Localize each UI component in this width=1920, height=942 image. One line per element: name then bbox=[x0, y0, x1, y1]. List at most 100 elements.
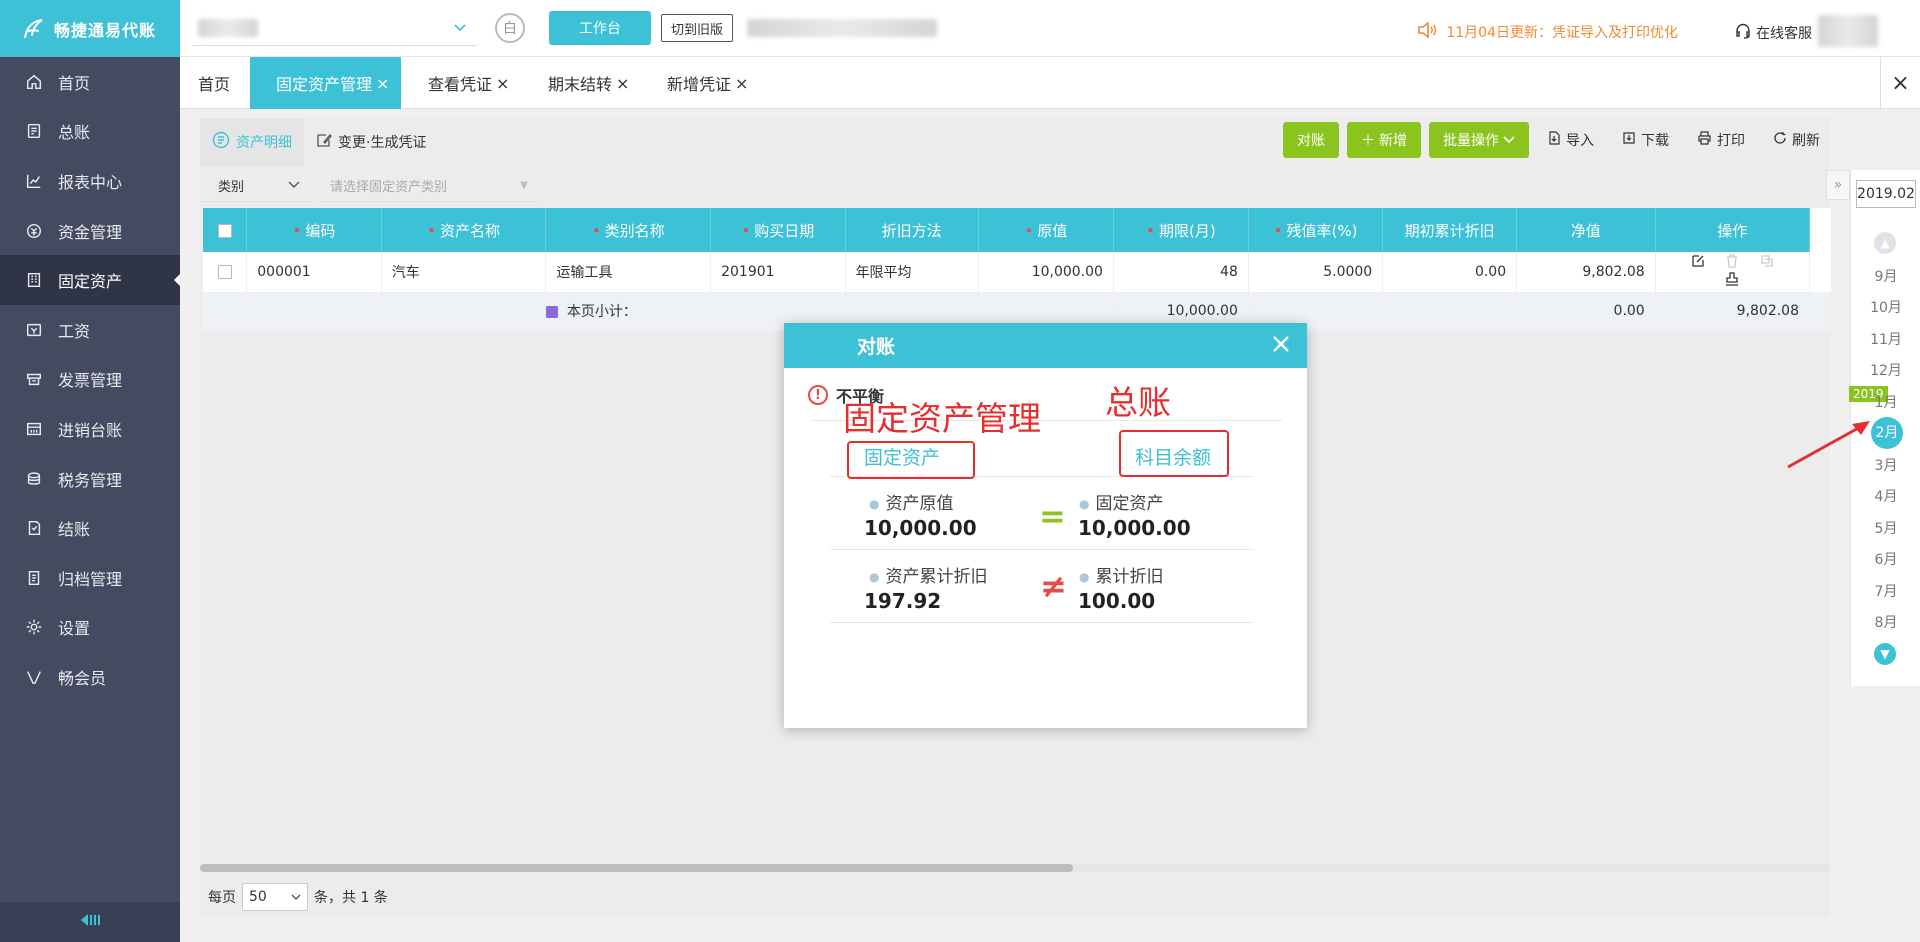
scrollbar-thumb[interactable] bbox=[200, 864, 1073, 872]
column-header[interactable]: 净值 bbox=[1516, 208, 1656, 252]
online-service-button[interactable]: 在线客服 bbox=[1734, 22, 1812, 44]
column-header[interactable]: • 残值率(%) bbox=[1248, 208, 1384, 252]
funds-icon bbox=[24, 221, 44, 241]
tab-asset-detail[interactable]: 资产明细 bbox=[200, 118, 304, 166]
month-item[interactable]: 5月 bbox=[1851, 518, 1920, 538]
company-badge-button[interactable]: 白 bbox=[495, 13, 525, 43]
logo[interactable]: 畅捷通易代账 bbox=[0, 0, 180, 57]
close-icon[interactable]: × bbox=[616, 74, 629, 93]
month-item[interactable]: 1月 bbox=[1851, 392, 1920, 412]
avatar[interactable] bbox=[1818, 15, 1878, 47]
batch-operation-button[interactable]: 批量操作 bbox=[1429, 122, 1529, 158]
sidebar-item-checkout[interactable]: 结账 bbox=[0, 503, 180, 553]
tab-new-voucher[interactable]: 新增凭证 × bbox=[667, 57, 748, 109]
list-icon bbox=[212, 131, 230, 153]
sidebar-item-vip[interactable]: 畅会员 bbox=[0, 652, 180, 702]
sidebar-item-archive[interactable]: 归档管理 bbox=[0, 553, 180, 603]
annotation-box-right bbox=[1119, 430, 1229, 477]
close-icon[interactable] bbox=[1269, 332, 1293, 356]
month-item[interactable]: 11月 bbox=[1851, 329, 1920, 349]
old-version-button[interactable]: 切到旧版 bbox=[661, 14, 733, 42]
reconcile-dialog: 对账 ! 不平衡 固定资产 科目余额 ● 资产原值 10,000.00 = ● 固定… bbox=[784, 323, 1307, 728]
tab-home[interactable]: 首页 bbox=[198, 57, 230, 109]
month-item[interactable]: 8月 bbox=[1851, 612, 1920, 632]
sidebar-item-fixed-assets[interactable]: 固定资产 bbox=[0, 255, 180, 305]
asset-category-placeholder: 请选择固定资产类别 bbox=[330, 180, 448, 195]
annotation-left-label: 固定资产管理 bbox=[843, 399, 1041, 438]
subtotal-label: 本页小计： bbox=[566, 304, 637, 320]
month-item[interactable]: 7月 bbox=[1851, 581, 1920, 601]
month-item[interactable]: 4月 bbox=[1851, 486, 1920, 506]
close-all-tabs-button[interactable]: × bbox=[1880, 57, 1920, 109]
sidebar-item-invoices[interactable]: 发票管理 bbox=[0, 355, 180, 405]
column-header[interactable]: • 编码 bbox=[246, 208, 382, 252]
column-header[interactable]: 折旧方法 bbox=[845, 208, 980, 252]
cell-opening-dep: 0.00 bbox=[1382, 252, 1518, 293]
column-header[interactable]: • 资产名称 bbox=[381, 208, 547, 252]
filter-type-select[interactable]: 类别 bbox=[200, 170, 312, 202]
current-period-button[interactable]: 2019.02 bbox=[1856, 180, 1916, 208]
month-item[interactable]: 10月 bbox=[1851, 297, 1920, 317]
horizontal-scrollbar[interactable] bbox=[200, 864, 1830, 872]
tab-change-voucher[interactable]: 变更·生成凭证 bbox=[304, 118, 438, 166]
table-row[interactable]: 000001 汽车 运输工具 201901 年限平均 10,000.00 48 … bbox=[203, 252, 1831, 293]
column-header[interactable]: • 期限(月) bbox=[1113, 208, 1249, 252]
scroll-up-icon[interactable]: ▲ bbox=[1874, 232, 1896, 254]
sidebar-item-salary[interactable]: 工资 bbox=[0, 305, 180, 355]
cell-method: 年限平均 bbox=[845, 252, 980, 293]
toolbar: 对账 ＋ 新增 批量操作 导入 下载 打印 刷新 bbox=[1283, 122, 1830, 158]
tab-label: 变更·生成凭证 bbox=[338, 135, 427, 151]
sidebar-item-label: 总账 bbox=[58, 123, 91, 143]
sidebar-item-settings[interactable]: 设置 bbox=[0, 603, 180, 653]
column-header[interactable]: • 购买日期 bbox=[710, 208, 846, 252]
close-icon[interactable]: × bbox=[376, 74, 389, 93]
stamp-icon[interactable] bbox=[1725, 272, 1739, 286]
sidebar-collapse-button[interactable] bbox=[0, 902, 180, 942]
asset-category-select[interactable]: 请选择固定资产类别 ▼ bbox=[320, 170, 538, 202]
month-item[interactable]: 12月 bbox=[1851, 360, 1920, 380]
update-notice-text: 11月04日更新：凭证导入及打印优化 bbox=[1446, 25, 1678, 41]
update-notice[interactable]: 11月04日更新：凭证导入及打印优化 bbox=[1416, 20, 1678, 44]
refresh-button[interactable]: 刷新 bbox=[1763, 130, 1830, 150]
asset-table: • 编码 • 资产名称 • 类别名称 • 购买日期 折旧方法 • 原值 • 期限(月) • 残… bbox=[203, 208, 1831, 331]
scroll-down-icon[interactable]: ▼ bbox=[1874, 643, 1896, 665]
rail-expand-button[interactable]: » bbox=[1826, 170, 1850, 200]
caret-down-icon: ▼ bbox=[520, 180, 528, 191]
add-button[interactable]: ＋ 新增 bbox=[1347, 122, 1421, 158]
tab-fixed-asset-management[interactable]: 固定资产管理 × bbox=[250, 57, 401, 109]
refresh-icon bbox=[1773, 131, 1787, 149]
edit-icon[interactable] bbox=[1691, 254, 1705, 268]
tab-period-end-transfer[interactable]: 期末结转 × bbox=[548, 57, 629, 109]
sidebar-item-inventory[interactable]: 进销台账 bbox=[0, 404, 180, 454]
column-header[interactable]: • 原值 bbox=[978, 208, 1114, 252]
sidebar-item-funds[interactable]: 资金管理 bbox=[0, 206, 180, 256]
reconcile-button[interactable]: 对账 bbox=[1283, 122, 1339, 158]
delete-icon[interactable] bbox=[1725, 254, 1739, 268]
tab-view-voucher[interactable]: 查看凭证 × bbox=[428, 57, 509, 109]
column-header[interactable]: • 类别名称 bbox=[545, 208, 712, 252]
download-button[interactable]: 下载 bbox=[1612, 130, 1679, 150]
sidebar-item-home[interactable]: 首页 bbox=[0, 57, 180, 107]
page-size-select[interactable]: 50 bbox=[242, 883, 308, 911]
sidebar-item-label: 进销台账 bbox=[58, 420, 123, 440]
company-select[interactable] bbox=[192, 10, 477, 46]
chevron-down-icon bbox=[288, 178, 300, 193]
sidebar-item-ledger[interactable]: 总账 bbox=[0, 107, 180, 157]
cell-category: 运输工具 bbox=[545, 252, 712, 293]
import-button[interactable]: 导入 bbox=[1537, 130, 1604, 150]
divider bbox=[830, 549, 1254, 550]
month-item[interactable]: 9月 bbox=[1851, 266, 1920, 286]
copy-icon[interactable] bbox=[1760, 254, 1774, 268]
column-header[interactable]: 期初累计折旧 bbox=[1382, 208, 1518, 252]
print-button[interactable]: 打印 bbox=[1687, 130, 1755, 150]
logo-text: 畅捷通易代账 bbox=[54, 20, 157, 40]
month-item[interactable]: 6月 bbox=[1851, 549, 1920, 569]
sidebar-item-tax[interactable]: 税务管理 bbox=[0, 454, 180, 504]
close-icon[interactable]: × bbox=[735, 74, 748, 93]
workbench-button[interactable]: 工作台 bbox=[549, 11, 651, 45]
row-checkbox[interactable] bbox=[217, 264, 232, 279]
close-icon[interactable]: × bbox=[496, 74, 509, 93]
sidebar-item-reports[interactable]: 报表中心 bbox=[0, 156, 180, 206]
sidebar-item-label: 工资 bbox=[58, 321, 91, 341]
select-all-checkbox[interactable] bbox=[217, 223, 232, 238]
